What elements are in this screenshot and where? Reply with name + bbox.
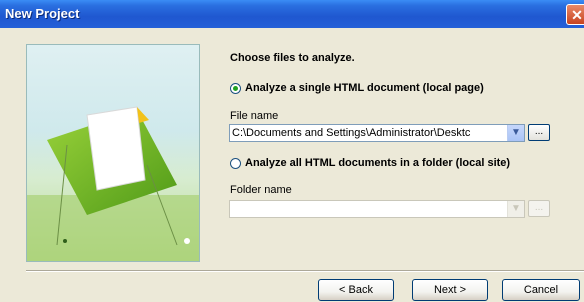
radio-button-unchecked[interactable] <box>230 157 241 169</box>
chevron-down-icon[interactable]: ▼ <box>507 201 524 217</box>
radio-folder-label: Analyze all HTML documents in a folder (… <box>245 157 511 169</box>
title-bar[interactable]: New Project ✕ <box>0 0 584 28</box>
close-icon: ✕ <box>571 7 583 23</box>
file-name-label: File name <box>230 110 279 122</box>
radio-folder[interactable]: Analyze all HTML documents in a folder (… <box>230 157 510 169</box>
folder-name-label: Folder name <box>230 184 292 196</box>
back-button[interactable]: < Back <box>318 279 394 301</box>
chevron-down-icon[interactable]: ▼ <box>507 125 524 141</box>
folder-browse-button[interactable]: ... <box>528 200 550 217</box>
footer-separator <box>26 270 584 272</box>
file-name-value: C:\Documents and Settings\Administrator\… <box>232 127 471 139</box>
document-graphic <box>27 106 199 261</box>
folder-name-combobox[interactable]: ▼ <box>229 200 525 218</box>
radio-single-label: Analyze a single HTML document (local pa… <box>245 82 484 94</box>
window-title: New Project <box>5 6 80 21</box>
radio-button-checked[interactable] <box>230 82 241 94</box>
instructions-heading: Choose files to analyze. <box>230 52 355 64</box>
close-button[interactable]: ✕ <box>566 4 584 25</box>
radio-single-document[interactable]: Analyze a single HTML document (local pa… <box>230 82 484 94</box>
cancel-button[interactable]: Cancel <box>502 279 580 301</box>
wizard-banner-image <box>26 44 200 262</box>
file-browse-button[interactable]: ... <box>528 124 550 141</box>
file-name-combobox[interactable]: C:\Documents and Settings\Administrator\… <box>229 124 525 142</box>
next-button[interactable]: Next > <box>412 279 488 301</box>
